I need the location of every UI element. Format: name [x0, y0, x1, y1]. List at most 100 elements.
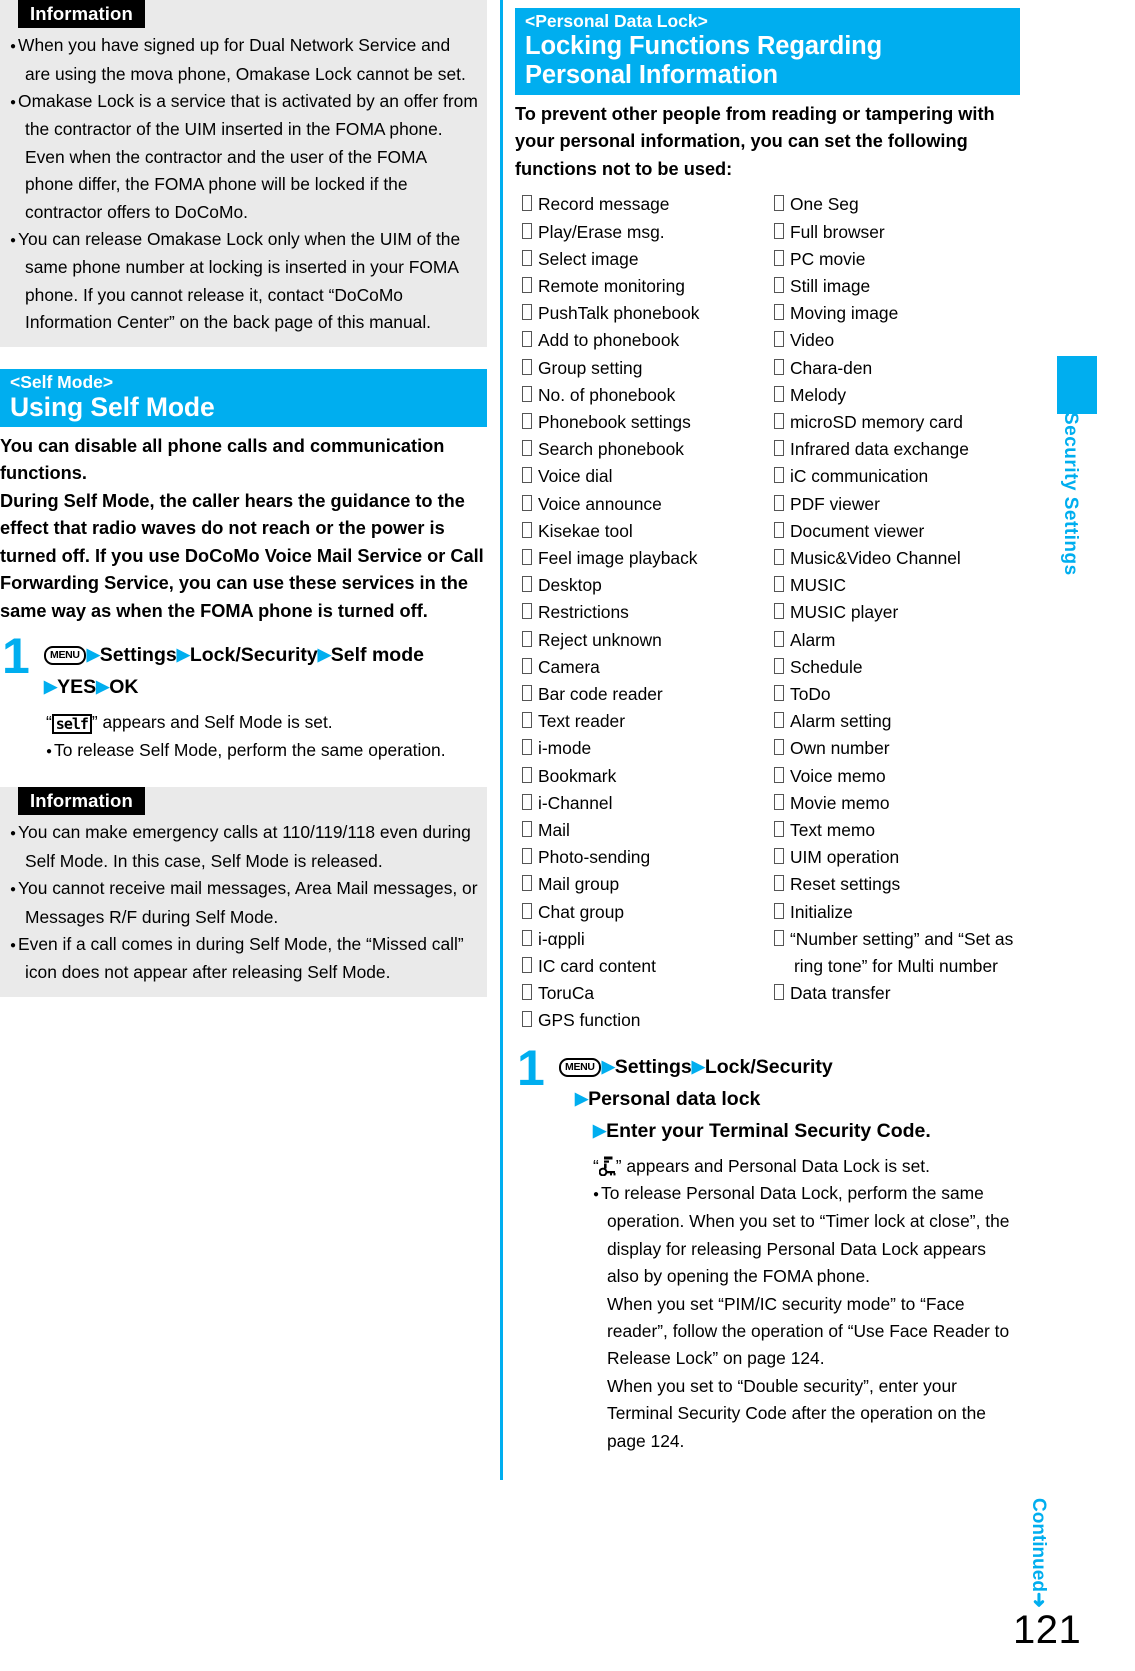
locked-function-item: Movie memo	[774, 790, 1020, 817]
list-item: When you have signed up for Dual Network…	[10, 32, 479, 88]
locked-function-item: Data transfer	[774, 980, 1020, 1007]
lead-paragraph-2: During Self Mode, the caller hears the g…	[0, 490, 484, 621]
note-main-text: ” appears and Personal Data Lock is set.	[615, 1155, 930, 1176]
locked-function-item: Alarm setting	[774, 708, 1020, 735]
arrow-icon: ▶	[317, 645, 331, 665]
checkbox-glyph-icon	[774, 331, 784, 348]
arrow-icon: ▶	[96, 677, 110, 697]
locked-function-item: Text memo	[774, 817, 1020, 844]
locked-function-item: Feel image playback	[522, 545, 767, 572]
checkbox-glyph-icon	[522, 521, 532, 538]
step-target-self-mode[interactable]: Self mode	[331, 644, 424, 666]
checkbox-glyph-icon	[522, 984, 532, 1001]
right-column: <Personal Data Lock> Locking Functions R…	[515, 0, 1020, 1455]
checkbox-glyph-icon	[522, 249, 532, 266]
step-target-lock-security[interactable]: Lock/Security	[190, 644, 318, 666]
checkbox-glyph-icon	[774, 984, 784, 1001]
checkbox-glyph-icon	[522, 576, 532, 593]
locked-function-item: microSD memory card	[774, 409, 1020, 436]
checkbox-glyph-icon	[774, 412, 784, 429]
checkbox-glyph-icon	[774, 630, 784, 647]
locked-function-item: Bar code reader	[522, 681, 767, 708]
self-mode-status-icon: self	[51, 714, 92, 735]
locked-function-item: Mail group	[522, 871, 767, 898]
checkbox-glyph-icon	[522, 276, 532, 293]
arrow-icon: ▶	[691, 1056, 705, 1076]
locked-function-item: Select image	[522, 246, 767, 273]
side-tab-label: Security Settings	[1060, 412, 1081, 576]
step-target-settings[interactable]: Settings	[615, 1056, 692, 1078]
locked-function-item: Still image	[774, 273, 1020, 300]
locked-function-item: GPS function	[522, 1007, 767, 1034]
locked-function-item: i-αppli	[522, 926, 767, 953]
checkbox-glyph-icon	[774, 521, 784, 538]
checkbox-glyph-icon	[774, 494, 784, 511]
continued-text: Continued	[1028, 1498, 1049, 1592]
step-block-personal-data-lock: 1 MENU ▶Settings▶Lock/Security ▶Personal …	[515, 1043, 1020, 1147]
checkbox-glyph-icon	[522, 848, 532, 865]
left-column: Information When you have signed up for …	[0, 0, 487, 997]
step-target-personal-data-lock[interactable]: Personal data lock	[588, 1088, 760, 1110]
locked-functions-list: Record message Play/Erase msg. Select imag…	[515, 191, 1020, 1034]
menu-key-icon[interactable]: MENU	[44, 646, 86, 666]
checkbox-glyph-icon	[774, 440, 784, 457]
checkbox-glyph-icon	[774, 875, 784, 892]
checkbox-glyph-icon	[522, 331, 532, 348]
list-item: You can release Omakase Lock only when t…	[10, 226, 479, 337]
checkbox-glyph-icon	[774, 739, 784, 756]
continued-indicator: Continued➜	[1027, 1498, 1050, 1608]
step-target-enter-security-code[interactable]: Enter your Terminal Security Code.	[606, 1120, 931, 1142]
note-continuation-1: When you set “PIM/IC security mode” to “…	[607, 1293, 1010, 1369]
checkbox-glyph-icon	[522, 548, 532, 565]
checkbox-glyph-icon	[774, 576, 784, 593]
locked-function-item: Play/Erase msg.	[522, 219, 767, 246]
locked-function-item: MUSIC player	[774, 599, 1020, 626]
step-line-1: MENU ▶Settings▶Lock/Security▶Self mode	[44, 639, 487, 671]
step-target-lock-security[interactable]: Lock/Security	[705, 1056, 833, 1078]
note-sub-item: To release Self Mode, perform the same o…	[46, 737, 487, 765]
locked-function-item: Text reader	[522, 708, 767, 735]
checkbox-glyph-icon	[774, 249, 784, 266]
menu-key-icon[interactable]: MENU	[559, 1057, 601, 1077]
lead-paragraph-1: You can disable all phone calls and comm…	[0, 435, 445, 484]
locked-function-item: Desktop	[522, 572, 767, 599]
locked-function-item: ToruCa	[522, 980, 767, 1007]
checkbox-glyph-icon	[522, 222, 532, 239]
arrow-icon: ▶	[44, 677, 58, 697]
checkbox-glyph-icon	[522, 657, 532, 674]
checkbox-glyph-icon	[774, 548, 784, 565]
section-title: Using Self Mode	[10, 392, 215, 423]
checkbox-glyph-icon	[522, 793, 532, 810]
note-sub-item: To release Personal Data Lock, perform t…	[593, 1180, 1020, 1291]
locked-function-item: Initialize	[774, 899, 1020, 926]
information-label: Information	[18, 0, 145, 29]
section-title-line2: Personal Information	[525, 61, 779, 90]
checkbox-glyph-icon	[774, 902, 784, 919]
section-kicker: <Self Mode>	[10, 371, 114, 392]
step-block-self-mode: 1 MENU ▶Settings▶Lock/Security▶Self mode …	[0, 631, 487, 703]
step-target-settings[interactable]: Settings	[100, 644, 177, 666]
arrow-icon: ▶	[575, 1088, 589, 1108]
checkbox-glyph-icon	[522, 875, 532, 892]
checkbox-glyph-icon	[522, 630, 532, 647]
locked-function-item: Voice announce	[522, 491, 767, 518]
locked-functions-column-left: Record message Play/Erase msg. Select imag…	[515, 191, 767, 1034]
personal-data-lock-status-icon	[598, 1156, 616, 1176]
step-line-1: MENU ▶Settings▶Lock/Security	[559, 1051, 1020, 1083]
note-main-text: ” appears and Self Mode is set.	[91, 712, 333, 733]
locked-function-item: Alarm	[774, 627, 1020, 654]
section-title-line1: Locking Functions Regarding	[525, 31, 883, 60]
locked-function-item: iC communication	[774, 463, 1020, 490]
locked-function-item: Video	[774, 327, 1020, 354]
locked-function-item: Search phonebook	[522, 436, 767, 463]
checkbox-glyph-icon	[522, 440, 532, 457]
locked-function-item: Chat group	[522, 899, 767, 926]
checkbox-glyph-icon	[522, 195, 532, 212]
arrow-right-icon: ➜	[1028, 1591, 1049, 1608]
checkbox-glyph-icon	[522, 766, 532, 783]
step-target-ok[interactable]: OK	[109, 676, 138, 698]
locked-function-item: Remote monitoring	[522, 273, 767, 300]
step-target-yes[interactable]: YES	[57, 676, 96, 698]
side-tab-marker	[1057, 356, 1097, 414]
checkbox-glyph-icon	[774, 304, 784, 321]
